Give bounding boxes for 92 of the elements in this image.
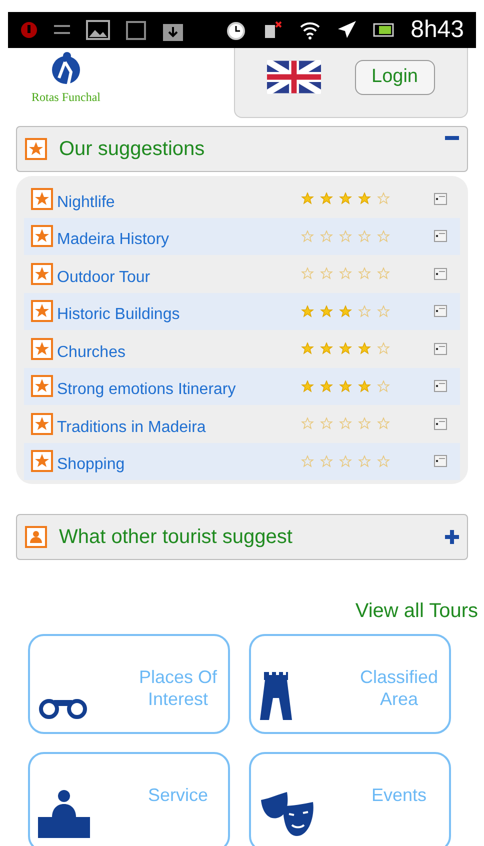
empty-star-icon: [320, 454, 333, 468]
suggestion-row[interactable]: Strong emotions Itinerary: [24, 368, 460, 405]
person-icon: [25, 526, 47, 548]
empty-star-icon: [377, 380, 390, 393]
filled-star-icon: [339, 304, 352, 318]
details-icon[interactable]: [434, 192, 447, 205]
empty-star-icon: [339, 417, 352, 430]
category-tile[interactable]: Events: [249, 752, 451, 846]
empty-star-icon: [301, 454, 314, 468]
power-icon: [20, 21, 38, 39]
empty-star-icon: [377, 417, 390, 430]
expand-icon[interactable]: [445, 530, 459, 544]
empty-star-icon: [320, 417, 333, 430]
suggestion-row[interactable]: Traditions in Madeira: [24, 405, 460, 442]
filled-star-icon: [301, 380, 314, 393]
section-title: What other tourist suggest: [59, 525, 294, 550]
flag-icon: [267, 60, 321, 94]
filled-star-icon: [320, 380, 333, 393]
empty-star-icon: [358, 230, 371, 243]
wifi-icon: [298, 20, 321, 40]
section-title: Our suggestions: [59, 137, 206, 162]
empty-star-icon: [320, 267, 333, 280]
suggestion-title: Shopping: [57, 455, 126, 476]
suggestion-row[interactable]: Madeira History: [24, 218, 460, 255]
suggestion-row[interactable]: Shopping: [24, 442, 460, 480]
view-all-tours-link[interactable]: View all Tours: [355, 596, 478, 626]
empty-star-icon: [358, 454, 371, 468]
empty-star-icon: [377, 192, 390, 206]
suggestion-row[interactable]: Outdoor Tour: [24, 255, 460, 292]
tower-icon: [259, 672, 293, 720]
empty-star-icon: [339, 230, 352, 243]
empty-star-icon: [377, 230, 390, 243]
empty-star-icon: [301, 267, 314, 280]
empty-star-icon: [377, 304, 390, 318]
suggestion-title: Churches: [57, 342, 126, 363]
suggestion-title: Madeira History: [57, 230, 170, 250]
suggestion-title: Strong emotions Itinerary: [57, 380, 237, 400]
section-header[interactable]: What other tourist suggest: [16, 514, 468, 560]
empty-star-icon: [358, 417, 371, 430]
suggestion-title: Historic Buildings: [57, 305, 181, 326]
filled-star-icon: [301, 304, 314, 318]
empty-star-icon: [377, 454, 390, 468]
person-at-desk-icon: [38, 790, 90, 838]
suggestion-row[interactable]: Churches: [24, 330, 460, 368]
details-icon[interactable]: [434, 455, 447, 468]
filled-star-icon: [301, 192, 314, 206]
category-tile[interactable]: Classified Area: [249, 634, 451, 734]
details-icon[interactable]: [434, 380, 447, 392]
filled-star-icon: [320, 304, 333, 318]
empty-star-icon: [377, 342, 390, 356]
image-icon: [86, 20, 110, 40]
filled-star-icon: [339, 342, 352, 356]
tile-label: Places Of Interest: [138, 666, 218, 710]
suggestion-title: Outdoor Tour: [57, 268, 152, 288]
tile-label: Service: [146, 784, 210, 806]
filled-star-icon: [339, 380, 352, 393]
filled-star-icon: [320, 192, 333, 206]
suggestion-title: Nightlife: [57, 192, 116, 213]
suggestion-row[interactable]: Nightlife: [24, 180, 460, 218]
filled-star-icon: [358, 192, 371, 206]
no-sim-icon: [262, 20, 283, 40]
airplane-icon: [336, 20, 357, 40]
details-icon[interactable]: [434, 342, 447, 355]
empty-star-icon: [339, 454, 352, 468]
filled-star-icon: [320, 342, 333, 356]
empty-star-icon: [320, 230, 333, 243]
suggestion-row[interactable]: Historic Buildings: [24, 292, 460, 330]
category-tile[interactable]: Places Of Interest: [28, 634, 230, 734]
empty-star-icon: [377, 267, 390, 280]
tile-label: Events: [370, 784, 428, 806]
filled-star-icon: [358, 380, 371, 393]
clock-time: 8h43: [410, 15, 464, 45]
suggestion-title: Traditions in Madeira: [57, 418, 207, 438]
details-icon[interactable]: [434, 305, 447, 318]
tile-label: Classified Area: [358, 666, 440, 710]
alarm-clock-icon: [224, 19, 247, 41]
details-icon[interactable]: [434, 268, 447, 280]
empty-star-icon: [339, 267, 352, 280]
filled-star-icon: [301, 342, 314, 356]
details-icon[interactable]: [434, 418, 447, 430]
filled-star-icon: [358, 342, 371, 356]
logo: Rotas Funchal: [16, 48, 116, 106]
battery-icon: [372, 23, 395, 37]
filled-star-icon: [339, 192, 352, 206]
details-icon[interactable]: [434, 230, 447, 242]
category-tile[interactable]: Service: [28, 752, 230, 846]
login-button[interactable]: Login: [354, 60, 435, 94]
empty-star-icon: [358, 267, 371, 280]
empty-star-icon: [301, 417, 314, 430]
empty-star-icon: [301, 230, 314, 243]
empty-star-icon: [358, 304, 371, 318]
section-header[interactable]: Our suggestions: [16, 126, 468, 172]
